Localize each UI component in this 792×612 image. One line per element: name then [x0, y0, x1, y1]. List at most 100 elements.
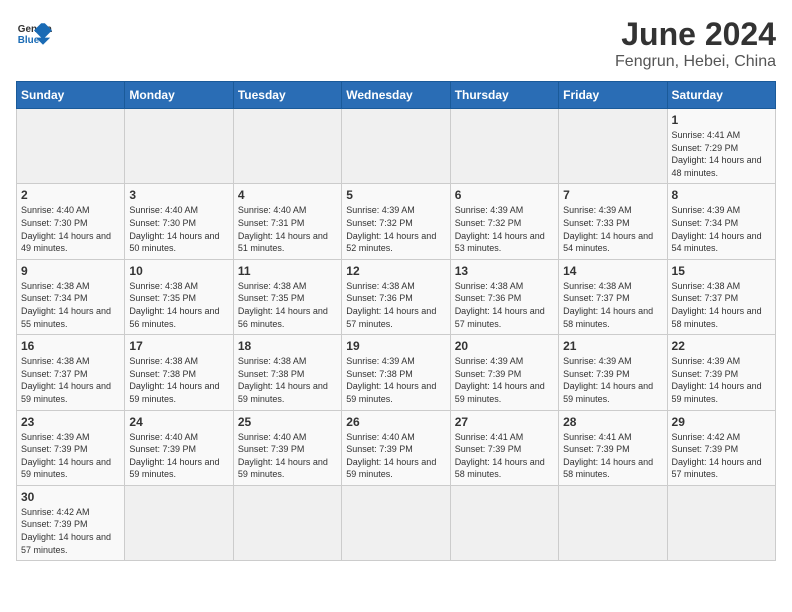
day-info: Sunrise: 4:40 AMSunset: 7:39 PMDaylight:… [129, 431, 228, 481]
weekday-header-row: Sunday Monday Tuesday Wednesday Thursday… [17, 82, 776, 109]
calendar-cell: 9 Sunrise: 4:38 AMSunset: 7:34 PMDayligh… [17, 259, 125, 334]
day-info: Sunrise: 4:40 AMSunset: 7:31 PMDaylight:… [238, 204, 337, 254]
day-info: Sunrise: 4:39 AMSunset: 7:33 PMDaylight:… [563, 204, 662, 254]
calendar-cell [450, 109, 558, 184]
day-info: Sunrise: 4:39 AMSunset: 7:38 PMDaylight:… [346, 355, 445, 405]
day-number: 9 [21, 264, 120, 278]
calendar-cell [17, 109, 125, 184]
calendar-cell: 27 Sunrise: 4:41 AMSunset: 7:39 PMDaylig… [450, 410, 558, 485]
day-info: Sunrise: 4:39 AMSunset: 7:32 PMDaylight:… [455, 204, 554, 254]
calendar-cell: 30 Sunrise: 4:42 AMSunset: 7:39 PMDaylig… [17, 485, 125, 560]
week-row-5: 23 Sunrise: 4:39 AMSunset: 7:39 PMDaylig… [17, 410, 776, 485]
calendar-cell: 3 Sunrise: 4:40 AMSunset: 7:30 PMDayligh… [125, 184, 233, 259]
calendar-cell [125, 109, 233, 184]
day-number: 26 [346, 415, 445, 429]
header-thursday: Thursday [450, 82, 558, 109]
calendar-cell: 5 Sunrise: 4:39 AMSunset: 7:32 PMDayligh… [342, 184, 450, 259]
logo-icon: General Blue [16, 16, 52, 52]
day-info: Sunrise: 4:38 AMSunset: 7:37 PMDaylight:… [21, 355, 120, 405]
calendar-cell: 4 Sunrise: 4:40 AMSunset: 7:31 PMDayligh… [233, 184, 341, 259]
calendar-cell: 26 Sunrise: 4:40 AMSunset: 7:39 PMDaylig… [342, 410, 450, 485]
calendar-cell: 15 Sunrise: 4:38 AMSunset: 7:37 PMDaylig… [667, 259, 775, 334]
page-header: General Blue June 2024 Fengrun, Hebei, C… [16, 16, 776, 71]
calendar-cell: 20 Sunrise: 4:39 AMSunset: 7:39 PMDaylig… [450, 335, 558, 410]
day-number: 21 [563, 339, 662, 353]
day-number: 30 [21, 490, 120, 504]
day-info: Sunrise: 4:40 AMSunset: 7:39 PMDaylight:… [346, 431, 445, 481]
day-info: Sunrise: 4:39 AMSunset: 7:34 PMDaylight:… [672, 204, 771, 254]
day-info: Sunrise: 4:39 AMSunset: 7:39 PMDaylight:… [563, 355, 662, 405]
calendar-cell: 22 Sunrise: 4:39 AMSunset: 7:39 PMDaylig… [667, 335, 775, 410]
calendar-cell: 24 Sunrise: 4:40 AMSunset: 7:39 PMDaylig… [125, 410, 233, 485]
day-info: Sunrise: 4:41 AMSunset: 7:29 PMDaylight:… [672, 129, 771, 179]
day-info: Sunrise: 4:38 AMSunset: 7:36 PMDaylight:… [346, 280, 445, 330]
day-info: Sunrise: 4:40 AMSunset: 7:30 PMDaylight:… [21, 204, 120, 254]
day-info: Sunrise: 4:39 AMSunset: 7:39 PMDaylight:… [672, 355, 771, 405]
day-number: 11 [238, 264, 337, 278]
day-info: Sunrise: 4:41 AMSunset: 7:39 PMDaylight:… [455, 431, 554, 481]
calendar-cell [559, 485, 667, 560]
calendar-cell: 14 Sunrise: 4:38 AMSunset: 7:37 PMDaylig… [559, 259, 667, 334]
week-row-2: 2 Sunrise: 4:40 AMSunset: 7:30 PMDayligh… [17, 184, 776, 259]
day-number: 5 [346, 188, 445, 202]
day-number: 6 [455, 188, 554, 202]
calendar-cell: 29 Sunrise: 4:42 AMSunset: 7:39 PMDaylig… [667, 410, 775, 485]
logo: General Blue [16, 16, 52, 52]
svg-text:Blue: Blue [18, 35, 40, 46]
location-subtitle: Fengrun, Hebei, China [615, 53, 776, 71]
day-number: 10 [129, 264, 228, 278]
calendar-cell: 8 Sunrise: 4:39 AMSunset: 7:34 PMDayligh… [667, 184, 775, 259]
calendar-cell: 25 Sunrise: 4:40 AMSunset: 7:39 PMDaylig… [233, 410, 341, 485]
header-wednesday: Wednesday [342, 82, 450, 109]
calendar-cell [233, 485, 341, 560]
calendar-cell: 18 Sunrise: 4:38 AMSunset: 7:38 PMDaylig… [233, 335, 341, 410]
header-sunday: Sunday [17, 82, 125, 109]
calendar-cell: 2 Sunrise: 4:40 AMSunset: 7:30 PMDayligh… [17, 184, 125, 259]
day-number: 18 [238, 339, 337, 353]
week-row-6: 30 Sunrise: 4:42 AMSunset: 7:39 PMDaylig… [17, 485, 776, 560]
calendar-cell: 11 Sunrise: 4:38 AMSunset: 7:35 PMDaylig… [233, 259, 341, 334]
calendar-cell: 7 Sunrise: 4:39 AMSunset: 7:33 PMDayligh… [559, 184, 667, 259]
day-info: Sunrise: 4:38 AMSunset: 7:34 PMDaylight:… [21, 280, 120, 330]
day-number: 13 [455, 264, 554, 278]
calendar-table: Sunday Monday Tuesday Wednesday Thursday… [16, 81, 776, 561]
calendar-cell: 13 Sunrise: 4:38 AMSunset: 7:36 PMDaylig… [450, 259, 558, 334]
calendar-cell: 28 Sunrise: 4:41 AMSunset: 7:39 PMDaylig… [559, 410, 667, 485]
calendar-cell: 10 Sunrise: 4:38 AMSunset: 7:35 PMDaylig… [125, 259, 233, 334]
week-row-4: 16 Sunrise: 4:38 AMSunset: 7:37 PMDaylig… [17, 335, 776, 410]
day-info: Sunrise: 4:38 AMSunset: 7:38 PMDaylight:… [129, 355, 228, 405]
day-info: Sunrise: 4:42 AMSunset: 7:39 PMDaylight:… [672, 431, 771, 481]
day-info: Sunrise: 4:41 AMSunset: 7:39 PMDaylight:… [563, 431, 662, 481]
day-info: Sunrise: 4:40 AMSunset: 7:30 PMDaylight:… [129, 204, 228, 254]
day-number: 1 [672, 113, 771, 127]
day-number: 28 [563, 415, 662, 429]
day-number: 15 [672, 264, 771, 278]
day-number: 7 [563, 188, 662, 202]
day-number: 20 [455, 339, 554, 353]
calendar-cell [233, 109, 341, 184]
day-info: Sunrise: 4:39 AMSunset: 7:32 PMDaylight:… [346, 204, 445, 254]
calendar-cell: 17 Sunrise: 4:38 AMSunset: 7:38 PMDaylig… [125, 335, 233, 410]
day-number: 25 [238, 415, 337, 429]
day-info: Sunrise: 4:38 AMSunset: 7:38 PMDaylight:… [238, 355, 337, 405]
day-number: 24 [129, 415, 228, 429]
day-info: Sunrise: 4:40 AMSunset: 7:39 PMDaylight:… [238, 431, 337, 481]
day-number: 23 [21, 415, 120, 429]
day-info: Sunrise: 4:38 AMSunset: 7:35 PMDaylight:… [129, 280, 228, 330]
calendar-cell [342, 109, 450, 184]
header-friday: Friday [559, 82, 667, 109]
calendar-cell: 23 Sunrise: 4:39 AMSunset: 7:39 PMDaylig… [17, 410, 125, 485]
day-number: 19 [346, 339, 445, 353]
calendar-cell [125, 485, 233, 560]
calendar-cell [450, 485, 558, 560]
calendar-cell [342, 485, 450, 560]
week-row-1: 1 Sunrise: 4:41 AMSunset: 7:29 PMDayligh… [17, 109, 776, 184]
calendar-cell [667, 485, 775, 560]
calendar-cell: 1 Sunrise: 4:41 AMSunset: 7:29 PMDayligh… [667, 109, 775, 184]
calendar-cell: 19 Sunrise: 4:39 AMSunset: 7:38 PMDaylig… [342, 335, 450, 410]
day-info: Sunrise: 4:39 AMSunset: 7:39 PMDaylight:… [21, 431, 120, 481]
day-number: 29 [672, 415, 771, 429]
month-title: June 2024 [615, 16, 776, 53]
calendar-cell: 16 Sunrise: 4:38 AMSunset: 7:37 PMDaylig… [17, 335, 125, 410]
calendar-cell: 21 Sunrise: 4:39 AMSunset: 7:39 PMDaylig… [559, 335, 667, 410]
